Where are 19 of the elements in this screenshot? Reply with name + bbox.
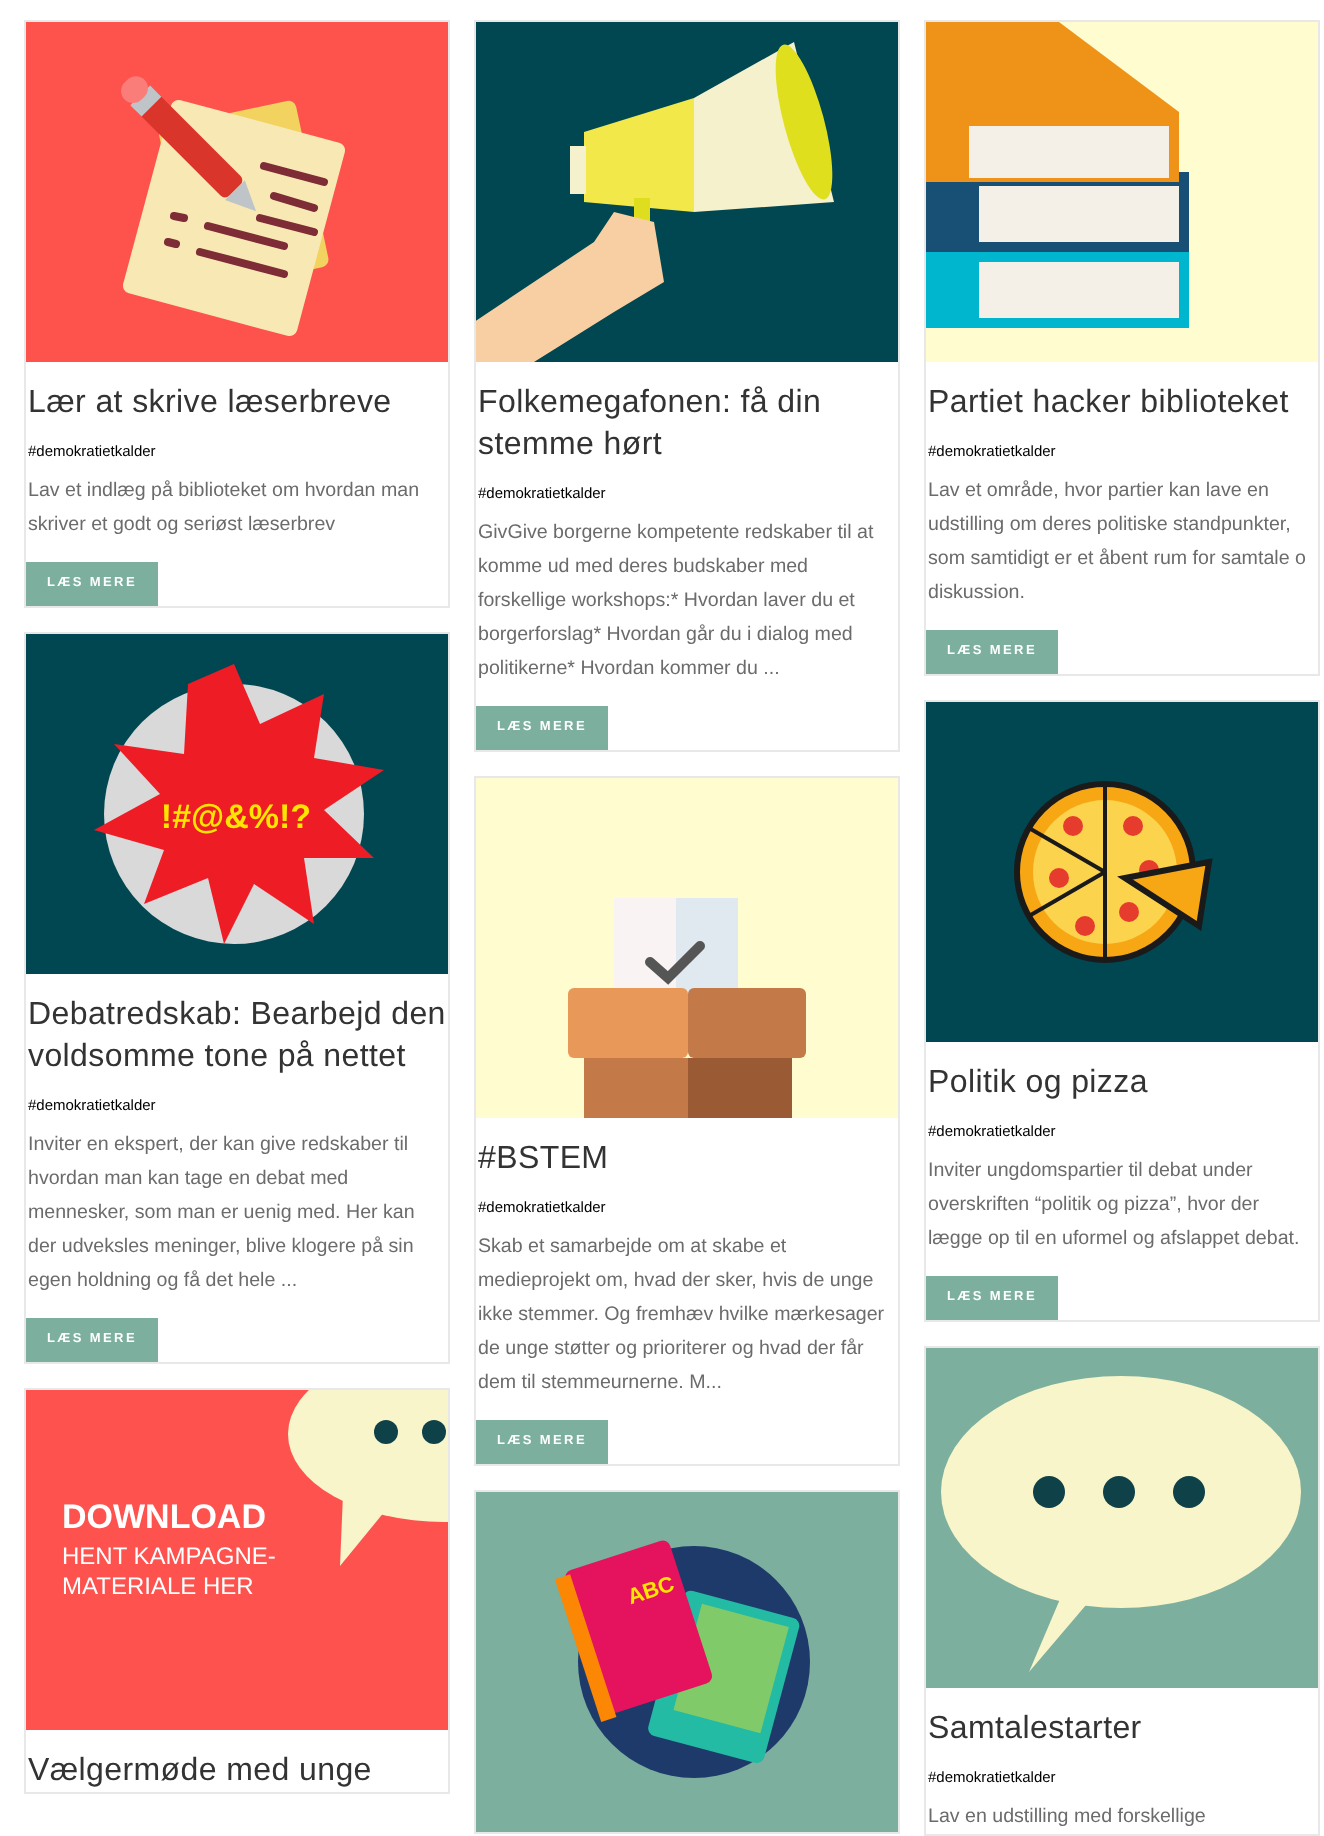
- card-description: Lav et område, hvor partier kan lave en udstilling om deres politiske standpunkter, som samtidigt er et åbent rum for samtale o diskussion.: [926, 478, 1308, 608]
- banner-text: HENT KAMPAGNE-MATERIALE HER: [62, 1542, 278, 1602]
- card-title[interactable]: Debatredskab: Bearbejd den voldsomme tone på nettet: [26, 974, 448, 1078]
- card-description: Lav en udstilling med forskellige: [926, 1804, 1208, 1832]
- card-description: Inviter ungdomspartier til debat under overskriften “politik og pizza”, hvor der lægge op til en uformel og afslappet debat.: [926, 1158, 1302, 1254]
- card-title[interactable]: Vælgermøde med unge: [26, 1730, 448, 1792]
- card-title[interactable]: Lær at skrive læserbreve: [26, 362, 448, 424]
- card-description: Lav et indlæg på biblioteket om hvordan man skriver et godt og seriøst læserbrev: [26, 478, 422, 540]
- card-description: Inviter en ekspert, der kan give redskaber til hvordan man kan tage en debat med mennesker, som man er uenig med. Her kan der udveksles meninger, blive klogere på sin egen holdning og få det hele ...: [26, 1132, 417, 1296]
- card-title[interactable]: Folkemegafonen: få din stemme hørt: [476, 362, 898, 466]
- burst-text: !#@&%!?: [160, 798, 312, 836]
- card-description: GivGive borgerne kompetente redskaber til at komme ud med deres budskaber med forskellige workshops:* Hvordan laver du et borgerforslag* Hvordan går du i dialog med politikerne* Hvordan kommer du ...: [476, 520, 876, 684]
- banner-heading: DOWNLOAD: [62, 1498, 268, 1538]
- card-title[interactable]: Politik og pizza: [926, 1042, 1318, 1104]
- card-title[interactable]: #BSTEM: [476, 1118, 898, 1180]
- card-description: Skab et samarbejde om at skabe et medieprojekt om, hvad der sker, hvis de unge ikke stemmer. Og fremhæv hvilke mærkesager de unge støtter og prioriterer og hvad der får dem til stemmeurnerne. M...: [476, 1234, 887, 1398]
- book-cover-text: ABC: [624, 1572, 678, 1611]
- card-title[interactable]: Partiet hacker biblioteket: [926, 362, 1318, 424]
- card-title[interactable]: Samtalestarter: [926, 1688, 1318, 1750]
